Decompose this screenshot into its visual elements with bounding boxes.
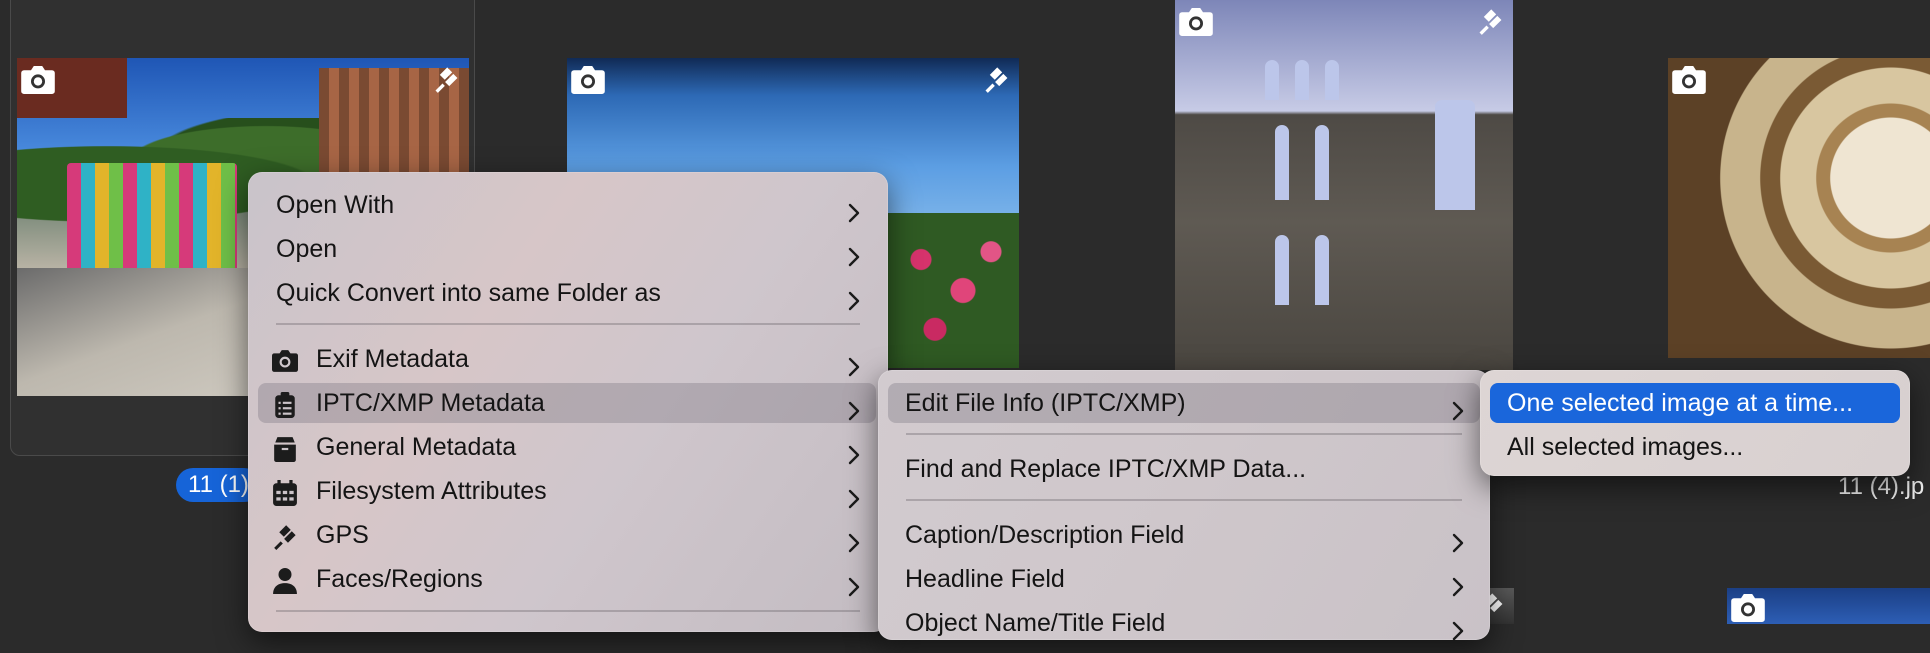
- box-icon: [272, 434, 298, 462]
- chevron-right-icon: [1448, 613, 1468, 641]
- menu-item-one-selected-image[interactable]: One selected image at a time...: [1490, 383, 1900, 423]
- calendar-icon: [272, 478, 298, 506]
- menu-item-label: Object Name/Title Field: [905, 609, 1166, 637]
- menu-separator: [906, 433, 1462, 435]
- menu-item-label: Quick Convert into same Folder as: [276, 279, 661, 307]
- camera-icon: [21, 66, 55, 94]
- photo-detail: [67, 163, 237, 273]
- iptc-xmp-submenu: Edit File Info (IPTC/XMP) Find and Repla…: [878, 370, 1490, 643]
- photo-detail: [1325, 60, 1339, 100]
- context-menu: Open With Open Quick Convert into same F…: [248, 172, 888, 632]
- chevron-right-icon: [844, 569, 864, 597]
- camera-icon: [1672, 66, 1706, 94]
- chevron-right-icon: [1448, 525, 1468, 553]
- photo-detail: [879, 213, 1019, 368]
- satellite-icon: [979, 66, 1013, 94]
- menu-item-label: GPS: [316, 521, 369, 549]
- menu-item-gps[interactable]: GPS: [258, 515, 876, 555]
- chevron-right-icon: [844, 525, 864, 553]
- menu-item-filesystem-attributes[interactable]: Filesystem Attributes: [258, 471, 876, 511]
- chevron-right-icon: [844, 349, 864, 377]
- menu-item-caption-description-field[interactable]: Caption/Description Field: [888, 515, 1480, 555]
- chevron-right-icon: [844, 239, 864, 267]
- menu-item-all-selected-images[interactable]: All selected images...: [1490, 427, 1900, 467]
- menu-item-label: All selected images...: [1507, 433, 1744, 461]
- menu-separator: [276, 610, 860, 612]
- menu-item-exif-metadata[interactable]: Exif Metadata: [258, 339, 876, 379]
- photo-detail: [1315, 235, 1329, 305]
- menu-item-edit-file-info[interactable]: Edit File Info (IPTC/XMP): [888, 383, 1480, 423]
- chevron-right-icon: [1448, 569, 1468, 597]
- menu-item-find-replace-iptc[interactable]: Find and Replace IPTC/XMP Data...: [888, 449, 1480, 489]
- edit-file-info-submenu: One selected image at a time... All sele…: [1480, 370, 1910, 476]
- menu-item-open[interactable]: Open: [258, 229, 876, 269]
- satellite-icon: [1473, 8, 1507, 36]
- menu-item-label: General Metadata: [316, 433, 517, 461]
- photo-detail: [1435, 100, 1475, 210]
- camera-icon: [1731, 594, 1765, 622]
- photo-detail: [1275, 125, 1289, 200]
- menu-item-label: One selected image at a time...: [1507, 389, 1854, 417]
- chevron-right-icon: [844, 437, 864, 465]
- photo-detail: [1275, 235, 1289, 305]
- chevron-right-icon: [844, 195, 864, 223]
- filename-label[interactable]: 11 (4).jp: [1838, 473, 1924, 501]
- chevron-right-icon: [1448, 393, 1468, 421]
- menu-item-open-with[interactable]: Open With: [258, 185, 876, 225]
- chevron-right-icon: [844, 481, 864, 509]
- camera-icon: [571, 66, 605, 94]
- clipboard-icon: [272, 390, 298, 418]
- thumbnail-abbey[interactable]: [1175, 0, 1513, 370]
- menu-item-quick-convert[interactable]: Quick Convert into same Folder as: [258, 273, 876, 313]
- menu-item-label: Headline Field: [905, 565, 1065, 593]
- menu-separator: [906, 499, 1462, 501]
- menu-item-label: IPTC/XMP Metadata: [316, 389, 545, 417]
- satellite-icon: [272, 522, 298, 550]
- menu-item-label: Open: [276, 235, 338, 263]
- menu-item-general-metadata[interactable]: General Metadata: [258, 427, 876, 467]
- photo-detail: [1295, 60, 1309, 100]
- photo-detail: [1315, 125, 1329, 200]
- menu-item-label: Find and Replace IPTC/XMP Data...: [905, 455, 1307, 483]
- camera-icon: [272, 346, 298, 372]
- menu-item-label: Edit File Info (IPTC/XMP): [905, 389, 1186, 417]
- menu-item-label: Exif Metadata: [316, 345, 469, 373]
- camera-icon: [1179, 8, 1213, 36]
- satellite-icon: [429, 66, 463, 94]
- person-icon: [272, 566, 298, 594]
- photo-detail: [1265, 60, 1279, 100]
- chevron-right-icon: [844, 283, 864, 311]
- menu-item-label: Filesystem Attributes: [316, 477, 547, 505]
- menu-item-label: Open With: [276, 191, 395, 219]
- thumbnail-dome[interactable]: [1668, 58, 1930, 358]
- menu-separator: [276, 323, 860, 325]
- chevron-right-icon: [844, 393, 864, 421]
- menu-item-label: Faces/Regions: [316, 565, 483, 593]
- menu-item-faces-regions[interactable]: Faces/Regions: [258, 559, 876, 599]
- menu-item-iptc-xmp-metadata[interactable]: IPTC/XMP Metadata: [258, 383, 876, 423]
- menu-item-object-name-title-field[interactable]: Object Name/Title Field: [888, 603, 1480, 643]
- thumbnail-partial[interactable]: [1727, 588, 1930, 624]
- menu-item-headline-field[interactable]: Headline Field: [888, 559, 1480, 599]
- menu-item-label: Caption/Description Field: [905, 521, 1185, 549]
